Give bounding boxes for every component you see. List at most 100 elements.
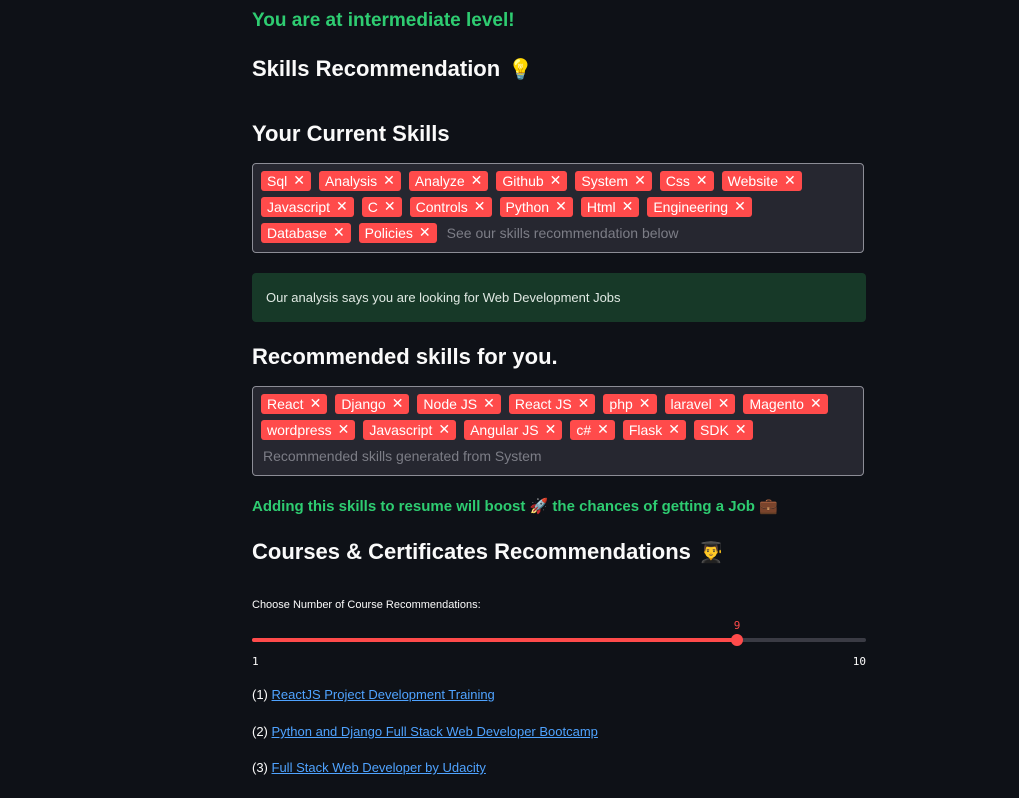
- boost-text-start: Adding this skills to resume will boost: [252, 498, 526, 515]
- close-icon[interactable]: ✕: [474, 197, 486, 217]
- close-icon[interactable]: ✕: [622, 197, 634, 217]
- skill-tag[interactable]: Analyze ✕: [408, 171, 489, 191]
- close-icon[interactable]: ✕: [336, 197, 348, 217]
- close-icon[interactable]: ✕: [338, 420, 350, 440]
- course-item: (1) ReactJS Project Development Training: [252, 687, 495, 702]
- close-icon[interactable]: ✕: [668, 420, 680, 440]
- skill-tag[interactable]: C ✕: [361, 197, 402, 217]
- course-link[interactable]: Python and Django Full Stack Web Develop…: [272, 724, 598, 739]
- course-count-slider[interactable]: 9: [252, 619, 866, 646]
- skill-tag-label: c#: [576, 422, 592, 438]
- skill-tag-label: Magento: [749, 396, 804, 412]
- skill-tag[interactable]: Node JS ✕: [417, 394, 501, 414]
- skill-tag[interactable]: Database ✕: [261, 223, 351, 243]
- close-icon[interactable]: ✕: [784, 171, 796, 191]
- close-icon[interactable]: ✕: [578, 394, 590, 414]
- course-index: (2): [252, 724, 268, 739]
- close-icon[interactable]: ✕: [639, 394, 651, 414]
- skill-tag[interactable]: wordpress ✕: [261, 420, 356, 440]
- multiselect-placeholder[interactable]: Recommended skills generated from System: [263, 446, 542, 466]
- skill-tag[interactable]: Flask ✕: [622, 420, 687, 440]
- skill-tag[interactable]: Javascript ✕: [261, 197, 354, 217]
- current-skills-multiselect[interactable]: Sql ✕ Analysis ✕ Analyze ✕ Github ✕ System ✕ Css ✕ W…: [252, 163, 864, 253]
- course-link[interactable]: ReactJS Project Development Training: [272, 687, 495, 702]
- skill-tag[interactable]: laravel ✕: [664, 394, 736, 414]
- skills-recommendation-heading: Skills Recommendation 💡: [252, 56, 533, 82]
- skill-tag-label: Controls: [415, 199, 468, 215]
- briefcase-icon: 💼: [759, 497, 778, 515]
- skill-tag-label: php: [609, 396, 633, 412]
- slider-thumb[interactable]: [731, 634, 743, 646]
- skill-tag-label: React JS: [514, 396, 572, 412]
- skill-tag[interactable]: Sql ✕: [261, 171, 311, 191]
- skill-tag[interactable]: Css ✕: [659, 171, 714, 191]
- skill-tag[interactable]: Python ✕: [499, 197, 573, 217]
- recommended-skills-multiselect[interactable]: React ✕ Django ✕ Node JS ✕ React JS ✕ php ✕ larave…: [252, 386, 864, 476]
- close-icon[interactable]: ✕: [483, 394, 495, 414]
- skill-tag[interactable]: Javascript ✕: [363, 420, 457, 440]
- skill-tag[interactable]: System ✕: [575, 171, 652, 191]
- skill-tag[interactable]: c# ✕: [570, 420, 615, 440]
- skill-tag[interactable]: Angular JS ✕: [464, 420, 563, 440]
- skill-tag-label: System: [581, 173, 629, 189]
- skill-tag-label: Flask: [628, 422, 663, 438]
- close-icon[interactable]: ✕: [438, 420, 450, 440]
- skill-tag-label: laravel: [670, 396, 712, 412]
- skill-tag[interactable]: React ✕: [261, 394, 328, 414]
- skill-tag[interactable]: Website ✕: [721, 171, 802, 191]
- close-icon[interactable]: ✕: [735, 420, 747, 440]
- boost-message: Adding this skills to resume will boost …: [252, 497, 778, 515]
- skill-tag[interactable]: Github ✕: [496, 171, 568, 191]
- close-icon[interactable]: ✕: [718, 394, 730, 414]
- skill-tag[interactable]: Engineering ✕: [647, 197, 752, 217]
- skill-tag[interactable]: Analysis ✕: [318, 171, 401, 191]
- skill-tag-label: Policies: [364, 225, 413, 241]
- close-icon[interactable]: ✕: [333, 223, 345, 243]
- recommended-skills-heading: Recommended skills for you.: [252, 344, 558, 370]
- skill-tag[interactable]: Html ✕: [580, 197, 640, 217]
- skill-tag-label: Angular JS: [470, 422, 539, 438]
- lightbulb-icon: 💡: [508, 57, 534, 81]
- skill-tag-label: wordpress: [267, 422, 332, 438]
- close-icon[interactable]: ✕: [696, 171, 708, 191]
- skill-tag-label: Analysis: [324, 173, 378, 189]
- analysis-message: Our analysis says you are looking for We…: [266, 290, 621, 305]
- skill-tag[interactable]: SDK ✕: [694, 420, 753, 440]
- slider-value: 9: [733, 619, 741, 632]
- skill-tag[interactable]: php ✕: [603, 394, 657, 414]
- multiselect-placeholder[interactable]: See our skills recommendation below: [447, 223, 679, 243]
- skill-tag[interactable]: Magento ✕: [743, 394, 828, 414]
- close-icon[interactable]: ✕: [550, 171, 562, 191]
- rocket-icon: 🚀: [529, 497, 549, 515]
- skill-tag-label: C: [367, 199, 378, 215]
- close-icon[interactable]: ✕: [810, 394, 822, 414]
- skill-tag-label: Github: [502, 173, 544, 189]
- skill-tag[interactable]: Controls ✕: [409, 197, 492, 217]
- skill-tag-label: SDK: [700, 422, 729, 438]
- close-icon[interactable]: ✕: [419, 223, 431, 243]
- close-icon[interactable]: ✕: [310, 394, 322, 414]
- slider-label: Choose Number of Course Recommendations:: [252, 599, 481, 611]
- close-icon[interactable]: ✕: [555, 197, 567, 217]
- skill-tag-label: Node JS: [423, 396, 478, 412]
- slider-max-label: 10: [852, 655, 866, 668]
- skill-tag-label: Sql: [267, 173, 288, 189]
- course-item: (3) Full Stack Web Developer by Udacity: [252, 760, 486, 775]
- skill-tag[interactable]: Policies ✕: [358, 223, 437, 243]
- close-icon[interactable]: ✕: [471, 171, 483, 191]
- close-icon[interactable]: ✕: [734, 197, 746, 217]
- close-icon[interactable]: ✕: [383, 171, 395, 191]
- close-icon[interactable]: ✕: [634, 171, 646, 191]
- close-icon[interactable]: ✕: [392, 394, 404, 414]
- skill-tag[interactable]: React JS ✕: [508, 394, 596, 414]
- close-icon[interactable]: ✕: [293, 171, 305, 191]
- skill-tag-label: Css: [665, 173, 690, 189]
- skill-tag-label: Javascript: [369, 422, 433, 438]
- course-link[interactable]: Full Stack Web Developer by Udacity: [272, 760, 486, 775]
- skill-tag[interactable]: Django ✕: [335, 394, 410, 414]
- close-icon[interactable]: ✕: [545, 420, 557, 440]
- skill-tag-label: Python: [505, 199, 550, 215]
- close-icon[interactable]: ✕: [384, 197, 396, 217]
- close-icon[interactable]: ✕: [597, 420, 609, 440]
- current-skills-heading: Your Current Skills: [252, 121, 450, 147]
